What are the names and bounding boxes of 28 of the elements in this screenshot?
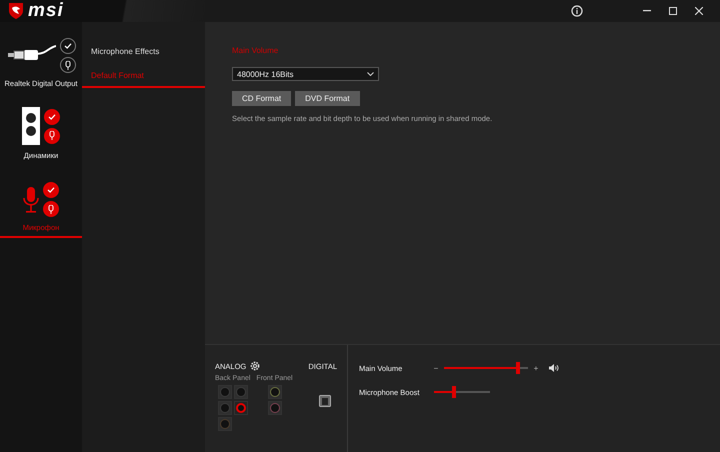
increase-label: + [532, 364, 540, 372]
logo-wordmark: msi [28, 0, 64, 22]
default-communication-icon[interactable] [60, 57, 76, 73]
format-dropdown[interactable]: 48000Hz 16Bits [232, 67, 379, 81]
default-device-icon[interactable] [60, 38, 76, 54]
default-communication-icon[interactable] [44, 128, 60, 144]
slider-thumb[interactable] [452, 386, 456, 398]
maximize-icon [669, 7, 677, 15]
info-icon [571, 5, 583, 17]
decrease-label: − [432, 364, 440, 372]
chevron-down-icon [367, 72, 374, 76]
slider-thumb[interactable] [516, 362, 520, 374]
microphone-icon [23, 186, 39, 212]
settings-icon[interactable] [250, 361, 260, 371]
close-icon [695, 7, 703, 15]
settings-tab[interactable]: Microphone Effects [82, 40, 205, 64]
speaker-icon [22, 107, 40, 145]
format-button[interactable]: DVD Format [295, 91, 360, 106]
minimize-icon [643, 10, 651, 12]
default-device-icon[interactable] [43, 182, 59, 198]
info-button[interactable] [570, 3, 584, 19]
optical-port-icon[interactable] [319, 395, 331, 407]
default-device-icon[interactable] [44, 108, 60, 124]
format-button[interactable]: CD Format [232, 91, 292, 106]
default-communication-icon[interactable] [43, 201, 59, 217]
section-heading: Main Volume [232, 46, 278, 55]
dragon-shield-icon [8, 2, 24, 20]
speaker-icon[interactable] [549, 364, 559, 372]
